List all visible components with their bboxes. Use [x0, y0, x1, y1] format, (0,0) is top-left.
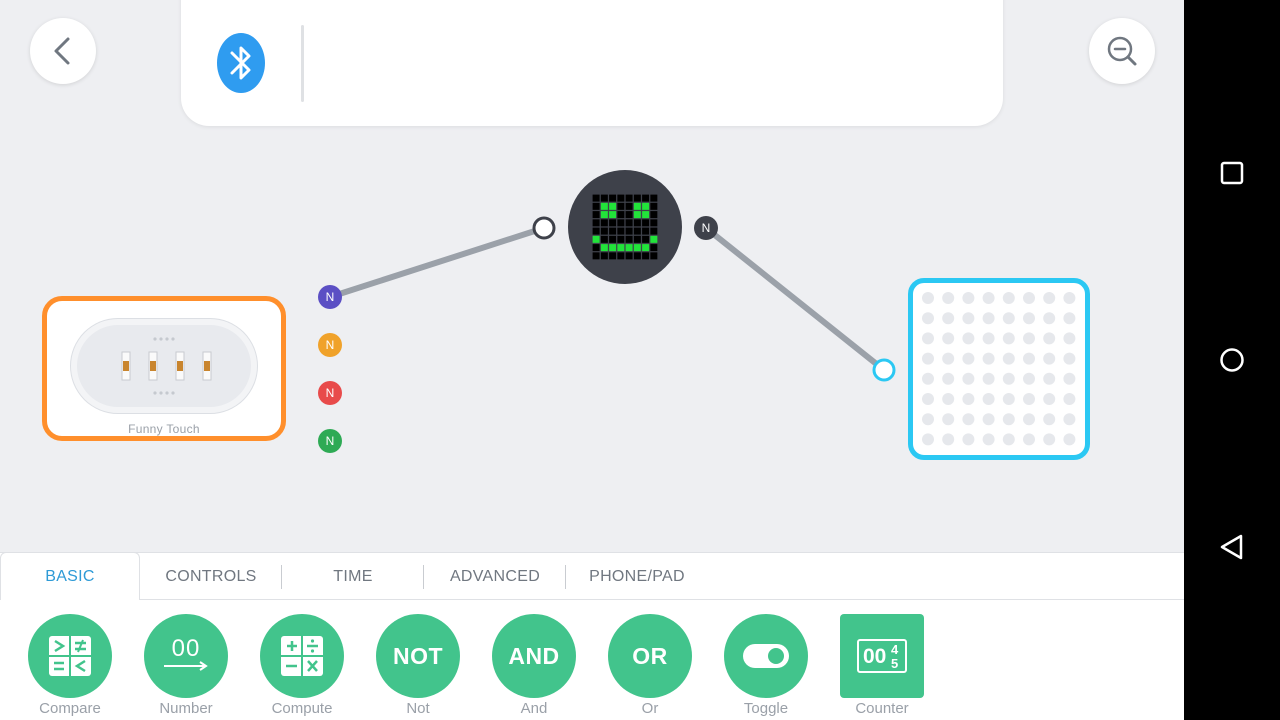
device-panel: [181, 0, 1003, 126]
number-icon-text: 00: [171, 635, 201, 662]
tab-controls[interactable]: CONTROLS: [140, 553, 282, 601]
bluetooth-button[interactable]: [217, 33, 265, 93]
port-label: N: [325, 386, 335, 400]
led-matrix-dots: [922, 292, 1076, 446]
square-recents-icon: [1220, 161, 1244, 185]
bluetooth-icon: [217, 33, 265, 93]
compare-icon: [28, 614, 112, 698]
not-label: Not: [406, 700, 430, 717]
counter-block[interactable]: 00 4 5 Counter: [840, 614, 924, 720]
category-tabs: BASIC CONTROLS TIME ADVANCED PHONE/PAD: [0, 552, 1184, 601]
system-back-button[interactable]: [1212, 527, 1252, 567]
counter-icon: 00 4 5: [840, 614, 924, 698]
port-label: N: [701, 221, 711, 235]
not-block[interactable]: NOT Not: [376, 614, 460, 720]
toggle-label: Toggle: [743, 700, 789, 717]
led-matrix-block[interactable]: [908, 278, 1090, 460]
zoom-out-icon: [1107, 36, 1137, 66]
number-label: Number: [159, 700, 213, 717]
canvas[interactable]: Funny Touch N N N N N: [0, 0, 1184, 552]
funny-touch-block[interactable]: Funny Touch: [42, 296, 286, 441]
face-output-port[interactable]: N: [694, 216, 718, 240]
counter-icon-text: 00: [863, 645, 887, 668]
compare-block[interactable]: Compare: [28, 614, 112, 720]
compute-label: Compute: [271, 700, 333, 717]
triangle-back-icon: [1220, 534, 1243, 560]
tab-basic[interactable]: BASIC: [0, 552, 140, 601]
touch-output-port-2[interactable]: N: [318, 333, 342, 357]
recents-button[interactable]: [1212, 153, 1252, 193]
or-icon: OR: [608, 614, 692, 698]
system-navigation-bar: [1184, 0, 1280, 720]
number-block[interactable]: 00 Number: [144, 614, 228, 720]
tab-phone-pad[interactable]: PHONE/PAD: [566, 553, 708, 601]
smiley-led-face-icon: [592, 194, 658, 260]
not-icon: NOT: [376, 614, 460, 698]
port-label: N: [325, 434, 335, 448]
number-icon: 00: [144, 614, 228, 698]
matrix-input-port[interactable]: [872, 358, 896, 382]
funny-touch-label: Funny Touch: [128, 422, 200, 436]
wire-face-to-matrix: [703, 225, 887, 373]
tab-advanced[interactable]: ADVANCED: [424, 553, 566, 601]
tab-time[interactable]: TIME: [282, 553, 424, 601]
and-icon: AND: [492, 614, 576, 698]
counter-label: Counter: [855, 700, 909, 717]
block-palette: Compare 00 Number Compute NOT Not AND An…: [0, 600, 1184, 720]
circle-home-icon: [1220, 348, 1244, 372]
port-label: N: [325, 338, 335, 352]
and-block[interactable]: AND And: [492, 614, 576, 720]
wire-touch-to-face: [327, 225, 547, 300]
svg-text:4: 4: [891, 642, 899, 657]
or-label: Or: [641, 700, 659, 717]
panel-divider: [301, 25, 304, 102]
compute-icon: [260, 614, 344, 698]
or-icon-text: OR: [632, 642, 668, 669]
toggle-block[interactable]: Toggle: [724, 614, 808, 720]
touch-output-port-4[interactable]: N: [318, 429, 342, 453]
zoom-out-button[interactable]: [1089, 18, 1155, 84]
touch-output-port-1[interactable]: N: [318, 285, 342, 309]
toggle-icon: [724, 614, 808, 698]
and-label: And: [520, 700, 548, 717]
port-label: N: [325, 290, 335, 304]
or-block[interactable]: OR Or: [608, 614, 692, 720]
not-icon-text: NOT: [392, 642, 444, 669]
compute-block[interactable]: Compute: [260, 614, 344, 720]
compare-label: Compare: [39, 700, 101, 717]
funny-touch-sensor-image: [71, 319, 257, 413]
face-input-port[interactable]: [532, 216, 556, 240]
svg-text:5: 5: [891, 656, 898, 671]
back-button[interactable]: [30, 18, 96, 84]
home-button[interactable]: [1212, 340, 1252, 380]
chevron-left-icon: [54, 37, 70, 65]
touch-output-port-3[interactable]: N: [318, 381, 342, 405]
led-face-node[interactable]: [568, 170, 682, 284]
and-icon-text: AND: [508, 642, 560, 669]
